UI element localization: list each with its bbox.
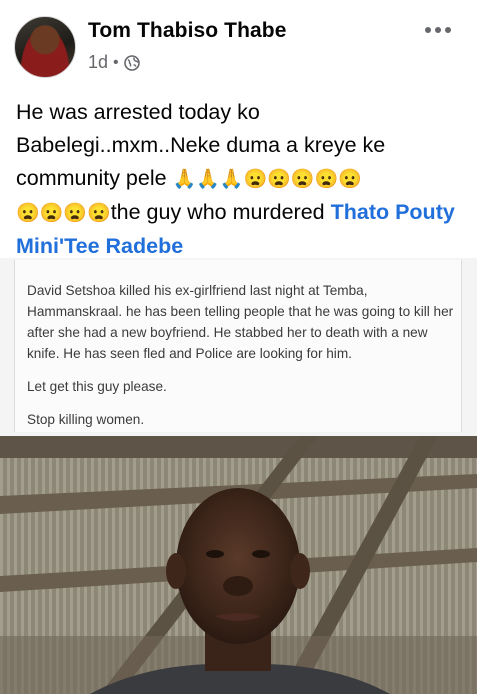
post-text-line: community pele 🙏🙏🙏😦😦😦😦😦 (16, 162, 466, 196)
emoji-group: 🙏🙏🙏😦😦😦😦😦 (173, 166, 362, 190)
post-text-line: 😦😦😦😦the guy who murdered Thato Pouty Min… (16, 196, 466, 263)
frown-emoji: 😦 (87, 203, 111, 224)
more-options-button[interactable] (420, 20, 456, 40)
post-text-segment: the guy who murdered (110, 200, 331, 224)
frown-emoji: 😦 (243, 169, 268, 190)
frown-emoji: 😦 (63, 203, 88, 224)
post-time[interactable]: 1d (88, 52, 108, 73)
embedded-post-card: David Setshoa killed his ex-girlfriend l… (14, 260, 462, 432)
author-name[interactable]: Tom Thabiso Thabe (88, 19, 286, 43)
frown-emoji: 😦 (314, 169, 339, 190)
post-header: Tom Thabiso Thabe 1d • (0, 0, 477, 88)
post-meta: 1d • (88, 52, 140, 73)
post-photo[interactable] (0, 436, 477, 694)
pray-emoji: 🙏 (196, 169, 220, 190)
post-text-segment: community pele (16, 166, 173, 190)
post-text: He was arrested today ko Babelegi..mxm..… (16, 96, 466, 263)
frown-emoji: 😦 (39, 203, 64, 224)
meta-separator: • (113, 53, 119, 71)
author-avatar[interactable] (14, 16, 76, 78)
photo-of-man-under-corrugated-roof (0, 436, 477, 694)
globe-icon[interactable] (123, 54, 140, 71)
frown-emoji: 😦 (267, 169, 291, 190)
pray-emoji: 🙏 (219, 169, 244, 190)
frown-emoji: 😦 (16, 203, 40, 224)
embedded-paragraph: David Setshoa killed his ex-girlfriend l… (27, 283, 454, 361)
frown-emoji: 😦 (338, 169, 362, 190)
embedded-paragraph: Let get this guy please. (27, 379, 167, 394)
emoji-group: 😦😦😦😦 (16, 200, 111, 224)
pray-emoji: 🙏 (172, 169, 197, 190)
post-text-line: Babelegi..mxm..Neke duma a kreye ke (16, 133, 386, 157)
embedded-post-text: David Setshoa killed his ex-girlfriend l… (27, 280, 457, 442)
embedded-screenshot[interactable]: David Setshoa killed his ex-girlfriend l… (0, 258, 477, 436)
embedded-paragraph: Stop killing women. (27, 412, 145, 427)
frown-emoji: 😦 (290, 169, 315, 190)
post-text-line: He was arrested today ko (16, 100, 260, 124)
more-horizontal-icon (425, 27, 431, 33)
